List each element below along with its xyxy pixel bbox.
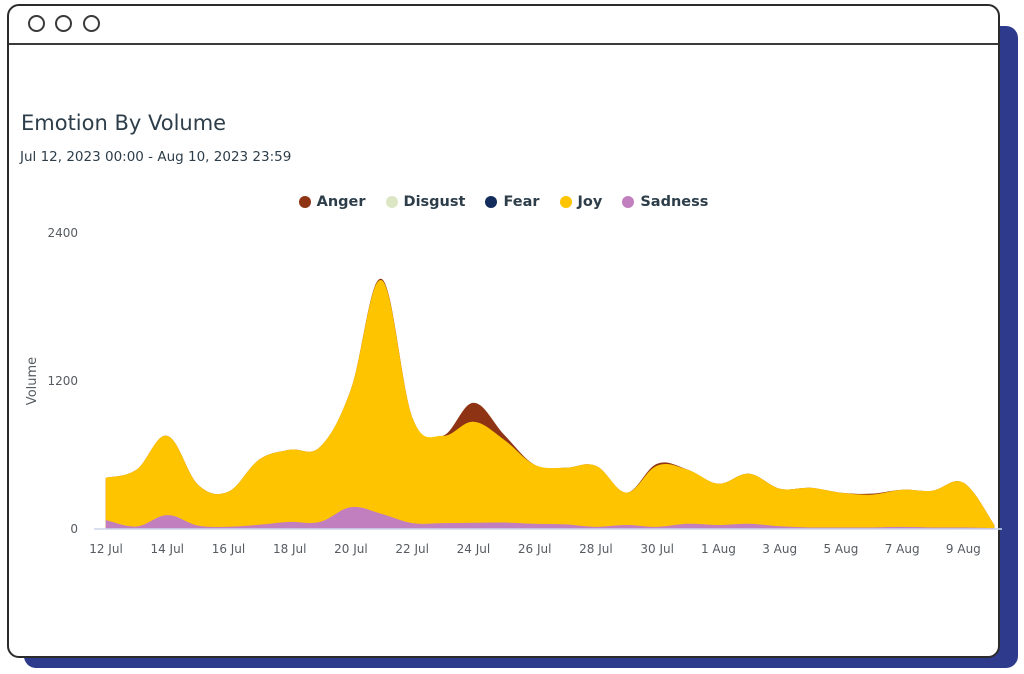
y-tick-label: 1200 — [47, 374, 78, 388]
x-tick-label: 18 Jul — [273, 542, 307, 556]
x-tick-label: 24 Jul — [457, 542, 491, 556]
y-axis-label: Volume — [25, 357, 40, 405]
x-tick-label: 5 Aug — [823, 542, 858, 556]
x-tick-label: 26 Jul — [518, 542, 552, 556]
chart-area: 0 1200 2400 Volume 12 Jul 14 Jul 16 Jul 18 Jul 2… — [25, 226, 1002, 556]
y-tick-label: 0 — [70, 522, 78, 536]
x-tick-label: 20 Jul — [334, 542, 368, 556]
x-tick-label: 30 Jul — [640, 542, 674, 556]
x-tick-label: 14 Jul — [150, 542, 184, 556]
x-tick-label: 7 Aug — [885, 542, 920, 556]
x-tick-label: 28 Jul — [579, 542, 613, 556]
series-area-joy[interactable] — [105, 280, 995, 530]
x-tick-label: 22 Jul — [395, 542, 429, 556]
x-tick-label: 9 Aug — [946, 542, 981, 556]
x-tick-label: 12 Jul — [89, 542, 123, 556]
x-tick-label: 1 Aug — [701, 542, 736, 556]
y-tick-label: 2400 — [47, 226, 78, 240]
x-tick-label: 3 Aug — [762, 542, 797, 556]
x-tick-label: 16 Jul — [212, 542, 246, 556]
